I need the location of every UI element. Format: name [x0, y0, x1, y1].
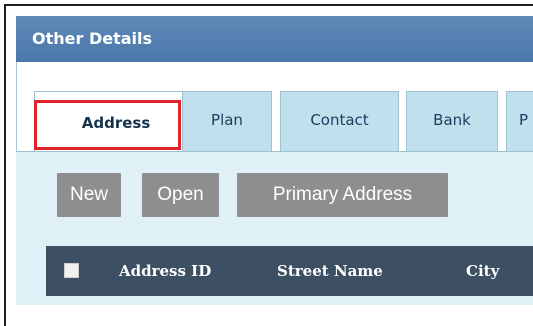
new-button[interactable]: New	[57, 173, 121, 217]
tab-partial[interactable]: P	[506, 91, 533, 152]
tab-bank-label: Bank	[433, 111, 471, 129]
panel-header: Other Details	[16, 16, 533, 62]
tab-plan[interactable]: Plan	[182, 91, 272, 152]
column-address-id[interactable]: Address ID	[119, 246, 211, 296]
column-street-name[interactable]: Street Name	[277, 246, 383, 296]
tab-partial-label: P	[519, 111, 529, 129]
tab-contact-label: Contact	[310, 111, 369, 129]
tab-contact[interactable]: Contact	[280, 91, 399, 152]
panel-title: Other Details	[32, 29, 153, 48]
tab-plan-label: Plan	[211, 111, 243, 129]
open-button[interactable]: Open	[142, 173, 219, 217]
column-address-id-label: Address ID	[119, 262, 212, 280]
new-button-label: New	[69, 184, 108, 205]
highlight-annotation	[34, 100, 181, 150]
column-street-name-label: Street Name	[277, 262, 383, 280]
select-all-checkbox[interactable]	[64, 263, 79, 278]
grid-header: Address ID Street Name City	[46, 246, 533, 296]
primary-address-button[interactable]: Primary Address	[237, 173, 448, 217]
open-button-label: Open	[157, 184, 204, 205]
column-city-label: City	[466, 262, 500, 280]
column-city[interactable]: City	[466, 246, 499, 296]
primary-address-button-label: Primary Address	[272, 184, 413, 205]
tab-bank[interactable]: Bank	[406, 91, 498, 152]
